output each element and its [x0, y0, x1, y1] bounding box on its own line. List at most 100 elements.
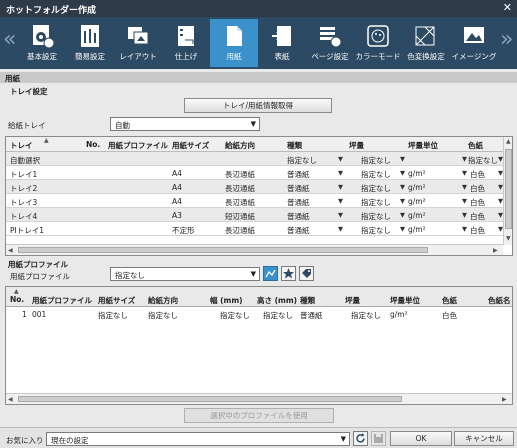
col-height[interactable]: 高さ (mm) — [257, 295, 297, 306]
close-icon[interactable]: ✕ — [503, 1, 512, 14]
col-profile[interactable]: 用紙プロファイル — [108, 140, 168, 151]
use-selected-profile-button[interactable]: 選択中のプロファイルを使用 — [184, 408, 334, 423]
profile-table-horizontal-scrollbar[interactable]: ◀ ▶ — [6, 393, 512, 404]
tab-page-settings[interactable]: ページ設定 — [306, 19, 354, 67]
cancel-button[interactable]: キャンセル — [454, 431, 514, 446]
table-row[interactable]: トレイ4 A3 短辺通紙 普通紙 ▼ 指定なし ▼ g/m² ▼ 白色 ▼ — [6, 208, 504, 222]
chevron-down-icon[interactable]: ▼ — [400, 183, 405, 191]
col-tray[interactable]: トレイ — [10, 140, 33, 151]
cell-direction: 長辺通紙 — [225, 170, 255, 179]
col-type[interactable]: 種類 — [300, 295, 315, 306]
cell-unit: g/m² — [390, 310, 408, 319]
refresh-button[interactable] — [353, 431, 368, 446]
col-unit[interactable]: 坪量単位 — [408, 140, 438, 151]
chevron-down-icon[interactable]: ▼ — [338, 197, 343, 205]
col-unit[interactable]: 坪量単位 — [390, 295, 420, 306]
col-color[interactable]: 色紙 — [468, 140, 483, 151]
table-row[interactable]: PIトレイ1 不定形 長辺通紙 普通紙 ▼ 指定なし ▼ g/m² ▼ 白色 ▼ — [6, 222, 504, 236]
col-weight[interactable]: 坪量 — [345, 295, 360, 306]
col-size[interactable]: 用紙サイズ — [172, 140, 209, 151]
cell-size: 不定形 — [172, 226, 195, 235]
col-no[interactable]: No. — [10, 295, 24, 304]
scroll-right-icon[interactable]: ▶ — [493, 247, 498, 254]
col-color[interactable]: 色紙 — [442, 295, 457, 306]
sort-asc-icon: ▲ — [44, 137, 49, 144]
cell-color: 指定なし — [468, 156, 498, 165]
scrollbar-thumb[interactable] — [18, 396, 402, 402]
chevron-down-icon[interactable]: ▼ — [462, 211, 467, 219]
chevron-down-icon[interactable]: ▼ — [338, 169, 343, 177]
chevron-down-icon[interactable]: ▼ — [400, 155, 405, 163]
cell-tray: トレイ3 — [10, 198, 38, 207]
chevron-down-icon[interactable]: ▼ — [338, 211, 343, 219]
chevron-down-icon[interactable]: ▼ — [338, 183, 343, 191]
scroll-up-icon[interactable]: ▲ — [506, 138, 511, 145]
scroll-left-icon[interactable]: ◀ — [8, 247, 13, 254]
cell-tray: 自動選択 — [10, 156, 40, 165]
tray-table-horizontal-scrollbar[interactable]: ◀ ▶ — [6, 244, 503, 255]
tab-imaging[interactable]: イメージング — [450, 19, 498, 67]
table-row[interactable]: トレイ3 A4 長辺通紙 普通紙 ▼ 指定なし ▼ g/m² ▼ 白色 ▼ — [6, 194, 504, 208]
chevron-down-icon[interactable]: ▼ — [338, 155, 343, 163]
col-type[interactable]: 種類 — [287, 140, 302, 151]
table-row[interactable]: 1 001 指定なし 指定なし 指定なし 指定なし 普通紙 指定なし g/m² … — [6, 307, 512, 321]
chevron-down-icon[interactable]: ▼ — [400, 197, 405, 205]
scrollbar-thumb[interactable] — [18, 247, 428, 253]
scroll-left-icon[interactable]: « — [3, 29, 16, 51]
chevron-down-icon[interactable]: ▼ — [462, 155, 467, 163]
profile-edit-button[interactable] — [263, 266, 278, 281]
cell-type: 普通紙 — [287, 212, 310, 221]
cell-type: 普通紙 — [287, 170, 310, 179]
tab-color-conversion[interactable]: 色変換設定 — [402, 19, 450, 67]
scroll-left-icon[interactable]: ◀ — [8, 396, 13, 403]
tray-table-vertical-scrollbar[interactable]: ▲ ▼ — [503, 137, 512, 245]
col-profile[interactable]: 用紙プロファイル — [32, 295, 92, 306]
tab-easy-settings[interactable]: 簡易設定 — [66, 19, 114, 67]
chevron-down-icon[interactable]: ▼ — [338, 225, 343, 233]
cell-tray: トレイ4 — [10, 212, 38, 221]
feed-tray-select[interactable]: 自動 ▼ — [110, 117, 260, 131]
chevron-down-icon[interactable]: ▼ — [462, 225, 467, 233]
tab-cover[interactable]: 表紙 — [258, 19, 306, 67]
chevron-down-icon[interactable]: ▼ — [400, 225, 405, 233]
col-direction[interactable]: 給紙方向 — [148, 295, 178, 306]
chevron-down-icon[interactable]: ▼ — [462, 183, 467, 191]
chevron-down-icon: ▼ — [250, 120, 256, 128]
tab-layout[interactable]: レイアウト — [114, 19, 162, 67]
color-conversion-icon — [415, 26, 435, 46]
get-tray-info-button[interactable]: トレイ/用紙情報取得 — [184, 98, 332, 113]
tab-basic-settings[interactable]: 基本設定 — [18, 19, 66, 67]
scrollbar-thumb[interactable] — [505, 149, 512, 229]
cell-color: 白色 — [442, 311, 457, 320]
tray-settings-title: トレイ設定 — [10, 87, 48, 96]
tab-finishing[interactable]: 仕上げ — [162, 19, 210, 67]
cell-weight: 指定なし — [361, 184, 391, 193]
col-size[interactable]: 用紙サイズ — [98, 295, 135, 306]
chevron-down-icon[interactable]: ▼ — [462, 197, 467, 205]
paper-profile-select[interactable]: 指定なし ▼ — [110, 267, 260, 281]
cell-weight: 指定なし — [361, 226, 391, 235]
favorites-select[interactable]: 現在の設定 ▼ — [46, 432, 350, 446]
table-row[interactable]: トレイ1 A4 長辺通紙 普通紙 ▼ 指定なし ▼ g/m² ▼ 白色 ▼ — [6, 166, 504, 180]
table-row[interactable]: 自動選択 指定なし ▼ 指定なし ▼ ▼ 指定なし ▼ — [6, 152, 504, 166]
tab-paper[interactable]: 用紙 — [210, 19, 258, 67]
scroll-right-icon[interactable]: ▶ — [502, 396, 507, 403]
chevron-down-icon[interactable]: ▼ — [400, 169, 405, 177]
scroll-down-icon[interactable]: ▼ — [506, 235, 511, 242]
tab-color-mode[interactable]: カラーモード — [354, 19, 402, 67]
chevron-down-icon[interactable]: ▼ — [400, 211, 405, 219]
col-direction[interactable]: 給紙方向 — [225, 140, 255, 151]
col-color-name[interactable]: 色紙名 — [488, 295, 511, 306]
profile-tag-button[interactable] — [299, 266, 314, 281]
col-no[interactable]: No. — [86, 140, 100, 149]
table-row[interactable]: トレイ2 A4 長辺通紙 普通紙 ▼ 指定なし ▼ g/m² ▼ 白色 ▼ — [6, 180, 504, 194]
col-weight[interactable]: 坪量 — [349, 140, 364, 151]
chevron-down-icon[interactable]: ▼ — [462, 169, 467, 177]
scroll-right-icon[interactable]: » — [500, 29, 513, 51]
cell-unit: g/m² — [408, 169, 426, 178]
col-width[interactable]: 幅 (mm) — [210, 295, 243, 306]
ok-button[interactable]: OK — [390, 431, 452, 446]
profile-favorite-button[interactable] — [281, 266, 296, 281]
save-button[interactable] — [371, 431, 386, 446]
tab-label: 仕上げ — [174, 52, 198, 61]
